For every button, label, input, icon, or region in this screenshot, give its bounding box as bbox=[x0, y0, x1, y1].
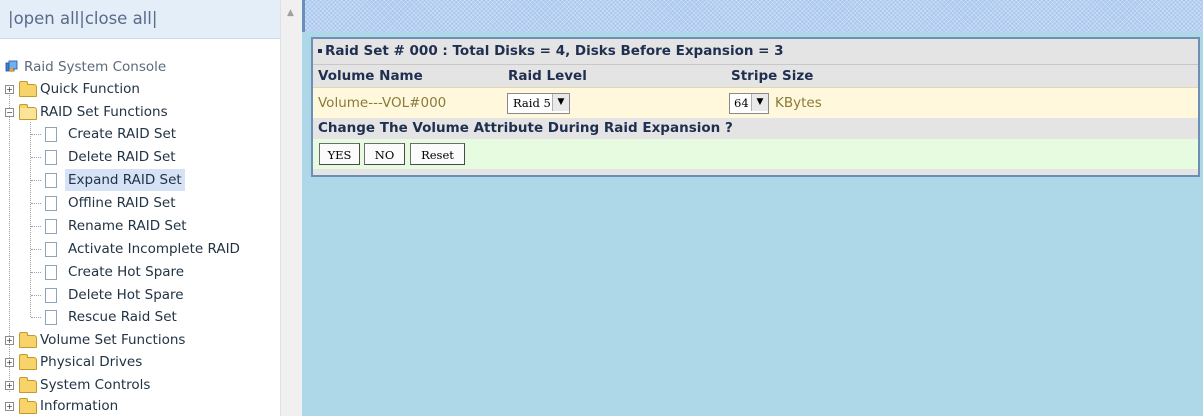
plus-icon[interactable]: + bbox=[5, 85, 14, 94]
tree-root-label: Raid System Console bbox=[24, 59, 167, 75]
tree-item-delete-raid-set[interactable]: Delete RAID Set bbox=[0, 146, 280, 168]
tree-connector bbox=[31, 226, 41, 227]
tree-connector bbox=[31, 180, 41, 181]
page-icon bbox=[45, 288, 57, 303]
expansion-question: Change The Volume Attribute During Raid … bbox=[318, 120, 733, 136]
nav-scrollbar[interactable]: ▲ bbox=[280, 0, 302, 416]
folder-label: Physical Drives bbox=[40, 354, 143, 370]
tree-item-rescue-raid-set[interactable]: Rescue Raid Set bbox=[0, 306, 280, 328]
folder-open-icon bbox=[19, 104, 37, 120]
tree-item-label: Activate Incomplete RAID bbox=[68, 241, 240, 257]
tree-item-activate-incomplete-raid[interactable]: Activate Incomplete RAID bbox=[0, 238, 280, 260]
tree-item-delete-hot-spare[interactable]: Delete Hot Spare bbox=[0, 284, 280, 306]
yes-button[interactable]: YES bbox=[319, 143, 360, 165]
tree-item-label: Rescue Raid Set bbox=[68, 309, 177, 325]
page-icon bbox=[45, 265, 57, 280]
minus-icon[interactable]: − bbox=[5, 108, 14, 117]
separator: | bbox=[151, 9, 158, 28]
tree-item-create-raid-set[interactable]: Create RAID Set bbox=[0, 123, 280, 145]
content-header-band bbox=[302, 0, 1203, 32]
tree-item-label: Delete Hot Spare bbox=[68, 287, 184, 303]
tree-item-label: Rename RAID Set bbox=[68, 218, 187, 234]
page-icon bbox=[45, 127, 57, 142]
folder-label: Quick Function bbox=[40, 81, 140, 97]
tree-item-label: Create Hot Spare bbox=[68, 264, 185, 280]
folder-raid-set-functions[interactable]: − RAID Set Functions bbox=[0, 101, 280, 123]
folder-icon bbox=[19, 398, 37, 414]
form-title-text: Raid Set # 000 : Total Disks = 4, Disks … bbox=[325, 43, 784, 59]
form-title: Raid Set # 000 : Total Disks = 4, Disks … bbox=[318, 43, 784, 59]
tree-item-label: Delete RAID Set bbox=[68, 149, 176, 165]
folder-system-controls[interactable]: + System Controls bbox=[0, 374, 280, 396]
close-all-link[interactable]: close all bbox=[85, 9, 152, 28]
column-volume-name: Volume Name bbox=[318, 68, 423, 84]
tree-item-label: Create RAID Set bbox=[68, 126, 177, 142]
column-stripe-size: Stripe Size bbox=[731, 68, 814, 84]
console-icon bbox=[5, 60, 18, 73]
plus-icon[interactable]: + bbox=[5, 402, 14, 411]
page-icon bbox=[45, 196, 57, 211]
folder-icon bbox=[19, 377, 37, 393]
folder-label: System Controls bbox=[40, 377, 151, 393]
form-footer bbox=[313, 169, 1198, 175]
tree-item-rename-raid-set[interactable]: Rename RAID Set bbox=[0, 215, 280, 237]
tree-root[interactable]: Raid System Console bbox=[0, 56, 280, 78]
tree-toolbar: |open all|close all| bbox=[0, 0, 280, 39]
dropdown-arrow-icon[interactable]: ▼ bbox=[552, 94, 569, 111]
page-icon bbox=[45, 242, 57, 257]
folder-label: Volume Set Functions bbox=[40, 332, 186, 348]
page-icon bbox=[45, 310, 57, 325]
expand-raid-set-form: Raid Set # 000 : Total Disks = 4, Disks … bbox=[311, 37, 1200, 177]
dropdown-arrow-icon[interactable]: ▼ bbox=[751, 94, 768, 111]
volume-name-value: Volume---VOL#000 bbox=[318, 95, 447, 111]
scroll-up-icon[interactable]: ▲ bbox=[287, 8, 294, 18]
form-title-row: Raid Set # 000 : Total Disks = 4, Disks … bbox=[313, 41, 1198, 63]
tree-connector bbox=[31, 317, 41, 318]
tree-connector bbox=[31, 134, 41, 135]
column-raid-level: Raid Level bbox=[508, 68, 587, 84]
open-all-link[interactable]: open all bbox=[14, 9, 80, 28]
volume-row: Volume---VOL#000 Raid 5 ▼ 64 ▼ KBytes bbox=[313, 87, 1198, 119]
no-button[interactable]: NO bbox=[364, 143, 405, 165]
folder-icon bbox=[19, 332, 37, 348]
stripe-size-unit: KBytes bbox=[775, 95, 822, 111]
folder-icon bbox=[19, 81, 37, 97]
question-row: Change The Volume Attribute During Raid … bbox=[313, 118, 1198, 138]
plus-icon[interactable]: + bbox=[5, 381, 14, 390]
stripe-size-value: 64 bbox=[734, 96, 749, 110]
folder-quick-function[interactable]: + Quick Function bbox=[0, 78, 280, 100]
tree-connector bbox=[31, 157, 41, 158]
plus-icon[interactable]: + bbox=[5, 358, 14, 367]
page-icon bbox=[45, 150, 57, 165]
folder-label: RAID Set Functions bbox=[40, 104, 168, 120]
page-icon bbox=[45, 219, 57, 234]
reset-button[interactable]: Reset bbox=[410, 143, 465, 165]
raid-level-value: Raid 5 bbox=[513, 96, 551, 110]
folder-icon bbox=[19, 354, 37, 370]
tree-item-label: Offline RAID Set bbox=[68, 195, 176, 211]
folder-information[interactable]: + Information bbox=[0, 395, 280, 416]
tree-item-label-selected: Expand RAID Set bbox=[65, 169, 185, 191]
navigation-frame: |open all|close all| Raid System Console… bbox=[0, 0, 302, 416]
folder-physical-drives[interactable]: + Physical Drives bbox=[0, 351, 280, 373]
stripe-size-select[interactable]: 64 ▼ bbox=[729, 93, 769, 114]
folder-volume-set-functions[interactable]: + Volume Set Functions bbox=[0, 329, 280, 351]
tree-connector bbox=[31, 249, 41, 250]
folder-label: Information bbox=[40, 398, 119, 414]
tree-item-offline-raid-set[interactable]: Offline RAID Set bbox=[0, 192, 280, 214]
tree-item-expand-raid-set[interactable]: Expand RAID Set bbox=[0, 169, 280, 191]
column-header-row: Volume Name Raid Level Stripe Size bbox=[313, 64, 1198, 87]
tree-connector bbox=[31, 272, 41, 273]
raid-level-select[interactable]: Raid 5 ▼ bbox=[507, 93, 570, 114]
tree-toolbar-links: |open all|close all| bbox=[8, 9, 157, 28]
button-row: YES NO Reset bbox=[313, 139, 1198, 169]
plus-icon[interactable]: + bbox=[5, 336, 14, 345]
content-frame: Raid Set # 000 : Total Disks = 4, Disks … bbox=[302, 0, 1203, 416]
page-icon bbox=[45, 173, 57, 188]
tree-connector bbox=[31, 203, 41, 204]
tree-connector bbox=[31, 295, 41, 296]
tree-item-create-hot-spare[interactable]: Create Hot Spare bbox=[0, 261, 280, 283]
bullet-icon bbox=[318, 49, 322, 53]
